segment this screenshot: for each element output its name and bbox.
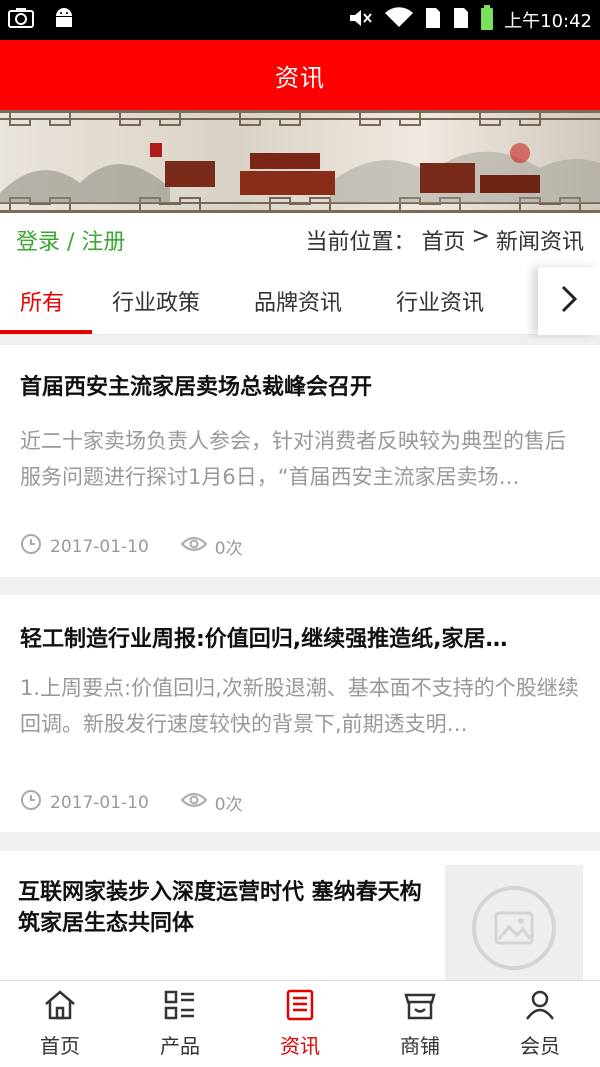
banner-artwork (0, 113, 600, 210)
title-bar: 资讯 (0, 40, 600, 110)
news-views: 0次 (214, 795, 243, 815)
status-time: 上午10:42 (504, 11, 592, 32)
home-icon (43, 989, 77, 1026)
android-icon (52, 6, 76, 34)
sim2-icon (452, 6, 470, 35)
nav-label: 会员 (520, 1034, 560, 1058)
tab-label: 品牌资讯 (254, 291, 343, 316)
bottom-nav: 首页 产品 资讯 商铺 会员 (0, 980, 600, 1067)
nav-shops[interactable]: 商铺 (360, 981, 480, 1067)
news-title[interactable]: 轻工制造行业周报:价值回归,继续强推造纸,家居… (20, 621, 580, 653)
chevron-right-icon (560, 284, 578, 318)
news-date: 2017-01-10 (50, 536, 149, 557)
news-thumbnail[interactable] (445, 865, 583, 980)
tab-all[interactable]: 所有 (20, 267, 64, 335)
breadcrumb-prefix: 当前位置： (305, 230, 416, 255)
nav-member[interactable]: 会员 (480, 981, 600, 1067)
tab-label: 所有 (20, 291, 65, 316)
tab-industry-news[interactable]: 行业资讯 (396, 267, 484, 335)
tab-brand-news[interactable]: 品牌资讯 (254, 267, 342, 335)
tabs-scroll-right-button[interactable] (538, 267, 600, 335)
grid-list-icon (163, 989, 197, 1026)
news-date: 2017-01-10 (50, 792, 149, 813)
nav-home[interactable]: 首页 (0, 981, 120, 1067)
nav-label: 首页 (40, 1034, 80, 1058)
category-tabs: 所有 行业政策 品牌资讯 行业资讯 (0, 267, 600, 335)
screenshot-icon (8, 7, 34, 33)
news-icon (283, 989, 317, 1026)
news-item[interactable]: 互联网家装步入深度运营时代 塞纳春天构筑家居生态共同体 (0, 851, 600, 980)
user-icon (523, 989, 557, 1026)
news-summary: 1.上周要点:价值回归,次新股退潮、基本面不支持的个股继续回调。新股发行速度较快… (20, 676, 579, 736)
banner-image[interactable] (0, 110, 600, 213)
news-item[interactable]: 轻工制造行业周报:价值回归,继续强推造纸,家居… 1.上周要点:价值回归,次新股… (0, 595, 600, 832)
mute-icon (348, 7, 374, 34)
clock-icon (20, 789, 42, 816)
shop-icon (403, 989, 437, 1026)
news-meta: 2017-01-10 0次 (20, 789, 243, 816)
status-bar: 上午10:42 (0, 0, 600, 40)
sim1-icon (424, 6, 442, 35)
active-tab-indicator (0, 330, 92, 334)
eye-icon (180, 791, 208, 814)
page-title: 资讯 (275, 63, 325, 92)
battery-icon (480, 4, 494, 36)
wifi-icon (384, 6, 414, 34)
nav-products[interactable]: 产品 (120, 981, 240, 1067)
clock-icon (20, 533, 42, 560)
tab-label: 行业政策 (112, 291, 201, 316)
nav-label: 产品 (160, 1034, 200, 1058)
login-register-link[interactable]: 登录 / 注册 (16, 224, 125, 256)
news-title[interactable]: 首届西安主流家居卖场总裁峰会召开 (20, 369, 580, 401)
news-item[interactable]: 首届西安主流家居卖场总裁峰会召开 近二十家卖场负责人参会，针对消费者反映较为典型… (0, 345, 600, 577)
breadcrumb-home-link[interactable]: 首页 (422, 224, 466, 256)
image-placeholder-icon (469, 883, 559, 977)
news-title[interactable]: 互联网家装步入深度运营时代 塞纳春天构筑家居生态共同体 (18, 877, 428, 939)
tab-label: 行业资讯 (396, 291, 485, 316)
breadcrumb-current: 新闻资讯 (495, 230, 584, 255)
news-summary: 近二十家卖场负责人参会，针对消费者反映较为典型的售后服务问题进行探讨1月6日，“… (20, 429, 566, 489)
nav-label: 商铺 (400, 1034, 440, 1058)
nav-label: 资讯 (280, 1034, 320, 1058)
breadcrumb-separator: > (471, 224, 490, 249)
breadcrumb-row: 登录 / 注册 当前位置： 首页 > 新闻资讯 (0, 213, 600, 267)
tab-industry-policy[interactable]: 行业政策 (112, 267, 200, 335)
eye-icon (180, 535, 208, 558)
news-views: 0次 (214, 539, 243, 559)
nav-news[interactable]: 资讯 (240, 981, 360, 1067)
breadcrumb: 当前位置： 首页 > 新闻资讯 (306, 224, 584, 256)
news-meta: 2017-01-10 0次 (20, 533, 243, 560)
